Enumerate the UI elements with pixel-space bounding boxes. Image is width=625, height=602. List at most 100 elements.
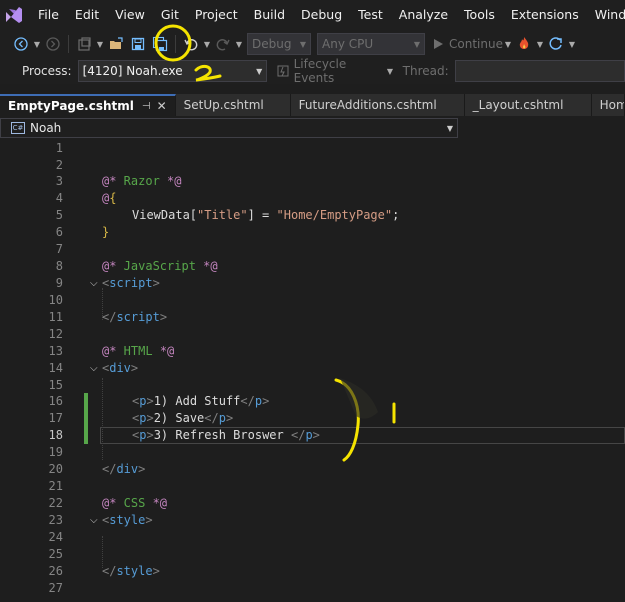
toolbar-separator (175, 35, 176, 53)
fold-toggle-icon[interactable]: ⌵ (90, 275, 98, 292)
code-line: @{ (102, 191, 117, 205)
lifecycle-events-button[interactable]: Lifecycle Events ▼ (277, 57, 394, 85)
standard-toolbar: ▼ ▼ ▼ ▼ Debug ▼ Any CPU ▼ Continue ▼ ▼ ▼ (0, 30, 625, 58)
thread-select[interactable] (454, 60, 625, 82)
line-number: 6 (55, 225, 63, 239)
code-line: <div> (102, 361, 139, 375)
fold-toggle-icon[interactable]: ⌵ (90, 360, 98, 377)
chevron-down-icon: ▼ (256, 66, 263, 76)
menu-debug[interactable]: Debug (293, 0, 350, 30)
line-number: 13 (48, 344, 63, 358)
code-line: @* JavaScript *@ (102, 259, 218, 273)
back-icon[interactable] (10, 33, 32, 55)
continue-dropdown-icon[interactable]: ▼ (503, 40, 513, 49)
solution-configuration-value: Debug (252, 37, 292, 51)
tab-label: _Layout.cshtml (472, 98, 564, 112)
line-number: 2 (55, 158, 63, 172)
lifecycle-dropdown-icon: ▼ (386, 66, 394, 76)
line-number: 21 (48, 479, 63, 493)
code-editor[interactable]: 1 2 3 @* Razor *@ 4 @{ 5 ViewData["Title… (0, 140, 625, 602)
line-number: 25 (48, 547, 63, 561)
tab-label: EmptyPage.cshtml (8, 99, 134, 113)
tab-label: FutureAdditions.cshtml (298, 98, 437, 112)
menu-bar: File Edit View Git Project Build Debug T… (0, 0, 625, 30)
menu-window[interactable]: Window (587, 0, 625, 30)
toolbar-separator (68, 35, 69, 53)
hot-reload-dropdown-icon[interactable]: ▼ (535, 40, 545, 49)
chevron-down-icon: ▼ (413, 39, 420, 49)
menu-edit[interactable]: Edit (67, 0, 107, 30)
visual-studio-logo-icon[interactable] (4, 0, 24, 30)
line-number: 17 (48, 411, 63, 425)
redo-icon[interactable] (212, 33, 234, 55)
process-label: Process: (22, 64, 72, 78)
code-line: </div> (102, 462, 146, 476)
close-icon[interactable]: ✕ (157, 99, 167, 113)
tab-layout[interactable]: _Layout.cshtml (464, 94, 592, 116)
line-number: 4 (55, 191, 63, 205)
restart-icon[interactable] (545, 33, 567, 55)
undo-icon[interactable] (180, 33, 202, 55)
chevron-down-icon: ▼ (446, 123, 453, 133)
menu-git[interactable]: Git (153, 0, 187, 30)
line-number: 10 (48, 293, 63, 307)
menu-project[interactable]: Project (187, 0, 246, 30)
code-line: ViewData["Title"] = "Home/EmptyPage"; (132, 208, 400, 222)
tab-setup[interactable]: SetUp.cshtml (175, 94, 291, 116)
menu-extensions[interactable]: Extensions (503, 0, 587, 30)
new-dropdown-icon[interactable]: ▼ (95, 40, 105, 49)
forward-icon[interactable] (42, 33, 64, 55)
line-number: 20 (48, 462, 63, 476)
tab-emptypage[interactable]: EmptyPage.cshtml ⊣ ✕ (0, 94, 176, 116)
open-folder-icon[interactable] (105, 33, 127, 55)
menu-tools[interactable]: Tools (456, 0, 503, 30)
line-number: 18 (48, 428, 63, 442)
lightning-icon (277, 65, 289, 77)
menu-build[interactable]: Build (246, 0, 293, 30)
solution-platform-select[interactable]: Any CPU ▼ (317, 33, 425, 55)
line-number: 1 (55, 141, 63, 155)
tab-homecontroller[interactable]: HomeCo (591, 94, 625, 116)
menu-test[interactable]: Test (350, 0, 391, 30)
back-dropdown-icon[interactable]: ▼ (32, 40, 42, 49)
code-line: </style> (102, 564, 160, 578)
save-all-icon[interactable] (149, 33, 171, 55)
undo-dropdown-icon[interactable]: ▼ (202, 40, 212, 49)
menu-view[interactable]: View (107, 0, 153, 30)
navigation-bar[interactable]: C# Noah ▼ (0, 118, 458, 138)
solution-configuration-select[interactable]: Debug ▼ (247, 33, 311, 55)
process-value: [4120] Noah.exe (82, 64, 183, 78)
line-number: 22 (48, 496, 63, 510)
line-number: 3 (55, 174, 63, 188)
new-project-icon[interactable] (73, 33, 95, 55)
line-number: 5 (55, 208, 63, 222)
code-line: @* HTML *@ (102, 344, 175, 358)
fold-toggle-icon[interactable]: ⌵ (90, 512, 98, 529)
tab-label: SetUp.cshtml (183, 98, 264, 112)
line-number: 8 (55, 259, 63, 273)
line-number: 24 (48, 530, 63, 544)
code-line: @* CSS *@ (102, 496, 168, 510)
save-icon[interactable] (127, 33, 149, 55)
project-name: Noah (30, 121, 62, 135)
play-icon (434, 39, 443, 49)
line-number: 9 (55, 276, 63, 290)
line-number: 16 (48, 394, 63, 408)
hot-reload-icon[interactable] (513, 33, 535, 55)
continue-label: Continue (449, 37, 503, 51)
pin-icon[interactable]: ⊣ (142, 101, 151, 112)
tab-futureadditions[interactable]: FutureAdditions.cshtml (290, 94, 465, 116)
csharp-project-icon: C# (11, 122, 25, 134)
code-line: </script> (102, 310, 168, 324)
menu-file[interactable]: File (30, 0, 67, 30)
redo-dropdown-icon[interactable]: ▼ (234, 40, 244, 49)
menu-analyze[interactable]: Analyze (391, 0, 456, 30)
process-select[interactable]: [4120] Noah.exe ▼ (77, 60, 268, 82)
restart-dropdown-icon[interactable]: ▼ (567, 40, 577, 49)
code-line: <style> (102, 513, 153, 527)
code-line: <p>3) Refresh Broswer </p> (132, 428, 320, 442)
continue-button[interactable]: Continue ▼ (432, 37, 513, 51)
menu-items: File Edit View Git Project Build Debug T… (30, 0, 625, 30)
thread-label: Thread: (402, 64, 449, 78)
line-number: 14 (48, 361, 63, 375)
